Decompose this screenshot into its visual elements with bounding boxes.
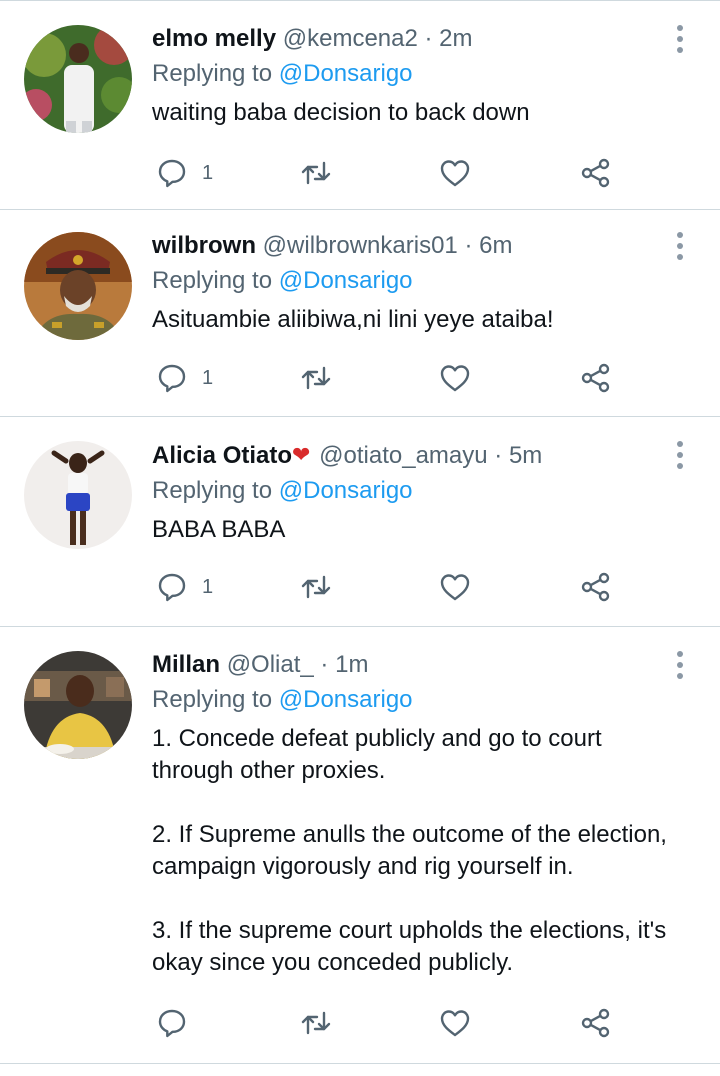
replying-mention[interactable]: @Donsarigo xyxy=(279,477,413,504)
tweet[interactable]: wilbrown @wilbrownkaris01 · 6m Replying … xyxy=(0,210,720,417)
tweet-text: BABA BABA xyxy=(152,514,680,546)
user-handle[interactable]: @kemcena2 xyxy=(283,25,418,52)
tweet-paragraph: Asituambie aliibiwa,ni lini yeye ataiba! xyxy=(152,306,554,333)
retweet-button[interactable] xyxy=(300,153,332,193)
reply-button[interactable]: 1 xyxy=(156,567,213,607)
replying-prefix: Replying to xyxy=(152,686,273,713)
user-handle[interactable]: @otiato_amayu xyxy=(319,442,487,469)
separator-dot: · xyxy=(320,651,329,678)
display-name[interactable]: elmo melly xyxy=(152,25,276,52)
tweet-text: waiting baba decision to back down xyxy=(152,97,680,129)
like-button[interactable] xyxy=(439,153,471,193)
heart-emoji: ❤ xyxy=(292,442,311,467)
tweet-actions xyxy=(152,1003,632,1043)
avatar[interactable] xyxy=(24,25,132,133)
tweet-paragraph: 2. If Supreme anulls the outcome of the … xyxy=(152,821,667,880)
separator-dot: · xyxy=(494,442,503,469)
retweet-icon xyxy=(301,366,331,390)
avatar[interactable] xyxy=(24,441,132,549)
heart-icon xyxy=(440,1010,470,1037)
tweet-actions: 1 xyxy=(152,358,632,398)
timestamp[interactable]: 5m xyxy=(509,442,542,469)
user-handle[interactable]: @Oliat_ xyxy=(227,651,314,678)
avatar[interactable] xyxy=(24,651,132,759)
tweet-body: elmo melly @kemcena2 · 2m Replying to @D… xyxy=(152,21,680,129)
share-icon xyxy=(581,363,610,393)
reply-icon xyxy=(158,159,186,188)
display-name[interactable]: Alicia Otiato xyxy=(152,442,292,469)
tweet-body: wilbrown @wilbrownkaris01 · 6m Replying … xyxy=(152,228,680,336)
tweet-body: Alicia Otiato❤ @otiato_amayu · 5m Replyi… xyxy=(152,437,680,546)
heart-icon xyxy=(440,365,470,392)
share-icon xyxy=(581,572,610,602)
tweet-actions: 1 xyxy=(152,153,632,193)
reply-icon xyxy=(158,573,186,602)
separator-dot: · xyxy=(424,25,433,52)
display-name[interactable]: wilbrown xyxy=(152,232,256,259)
tweet-text: Asituambie aliibiwa,ni lini yeye ataiba! xyxy=(152,304,680,336)
like-button[interactable] xyxy=(439,567,471,607)
replying-to: Replying to @Donsarigo xyxy=(152,683,680,717)
tweet-paragraph: 3. If the supreme court upholds the elec… xyxy=(152,917,667,976)
timestamp[interactable]: 1m xyxy=(335,651,368,678)
replying-to: Replying to @Donsarigo xyxy=(152,264,680,298)
reply-button[interactable]: 1 xyxy=(156,358,213,398)
tweet-body: Millan @Oliat_ · 1m Replying to @Donsari… xyxy=(152,647,680,979)
retweet-icon xyxy=(301,161,331,185)
timestamp[interactable]: 2m xyxy=(439,25,472,52)
more-vertical-icon[interactable] xyxy=(674,232,686,262)
replying-to: Replying to @Donsarigo xyxy=(152,57,680,91)
reply-button[interactable] xyxy=(156,1003,188,1043)
replying-mention[interactable]: @Donsarigo xyxy=(279,267,413,294)
more-vertical-icon[interactable] xyxy=(674,441,686,471)
tweet-text: 1. Concede defeat publicly and go to cou… xyxy=(152,723,680,979)
reply-count: 1 xyxy=(202,161,214,184)
reply-count: 1 xyxy=(202,575,214,598)
share-button[interactable] xyxy=(580,358,612,398)
tweet-actions: 1 xyxy=(152,567,632,607)
reply-icon xyxy=(158,364,186,393)
reply-feed: elmo melly @kemcena2 · 2m Replying to @D… xyxy=(0,0,720,1064)
replying-prefix: Replying to xyxy=(152,60,273,87)
heart-icon xyxy=(440,160,470,187)
reply-count: 1 xyxy=(202,366,214,389)
replying-prefix: Replying to xyxy=(152,477,273,504)
tweet[interactable]: Millan @Oliat_ · 1m Replying to @Donsari… xyxy=(0,627,720,1064)
replying-mention[interactable]: @Donsarigo xyxy=(279,60,413,87)
tweet-header: Millan @Oliat_ · 1m xyxy=(152,647,680,683)
more-vertical-icon[interactable] xyxy=(674,25,686,55)
share-icon xyxy=(581,158,610,188)
replying-mention[interactable]: @Donsarigo xyxy=(279,686,413,713)
tweet-paragraph: 1. Concede defeat publicly and go to cou… xyxy=(152,725,602,784)
share-button[interactable] xyxy=(580,1003,612,1043)
heart-icon xyxy=(440,574,470,601)
tweet-header: wilbrown @wilbrownkaris01 · 6m xyxy=(152,228,680,264)
share-icon xyxy=(581,1008,610,1038)
share-button[interactable] xyxy=(580,567,612,607)
retweet-icon xyxy=(301,1011,331,1035)
tweet-paragraph: BABA BABA xyxy=(152,516,286,543)
reply-icon xyxy=(158,1009,186,1038)
replying-to: Replying to @Donsarigo xyxy=(152,474,680,508)
replying-prefix: Replying to xyxy=(152,267,273,294)
display-name[interactable]: Millan xyxy=(152,651,220,678)
tweet[interactable]: elmo melly @kemcena2 · 2m Replying to @D… xyxy=(0,0,720,210)
separator-dot: · xyxy=(464,232,473,259)
avatar[interactable] xyxy=(24,232,132,340)
reply-button[interactable]: 1 xyxy=(156,153,213,193)
tweet-paragraph: waiting baba decision to back down xyxy=(152,99,530,126)
tweet[interactable]: Alicia Otiato❤ @otiato_amayu · 5m Replyi… xyxy=(0,417,720,627)
retweet-button[interactable] xyxy=(300,1003,332,1043)
timestamp[interactable]: 6m xyxy=(479,232,512,259)
retweet-button[interactable] xyxy=(300,358,332,398)
retweet-button[interactable] xyxy=(300,567,332,607)
more-vertical-icon[interactable] xyxy=(674,651,686,681)
tweet-header: elmo melly @kemcena2 · 2m xyxy=(152,21,680,57)
tweet-header: Alicia Otiato❤ @otiato_amayu · 5m xyxy=(152,437,680,474)
like-button[interactable] xyxy=(439,1003,471,1043)
share-button[interactable] xyxy=(580,153,612,193)
user-handle[interactable]: @wilbrownkaris01 xyxy=(263,232,458,259)
like-button[interactable] xyxy=(439,358,471,398)
retweet-icon xyxy=(301,575,331,599)
